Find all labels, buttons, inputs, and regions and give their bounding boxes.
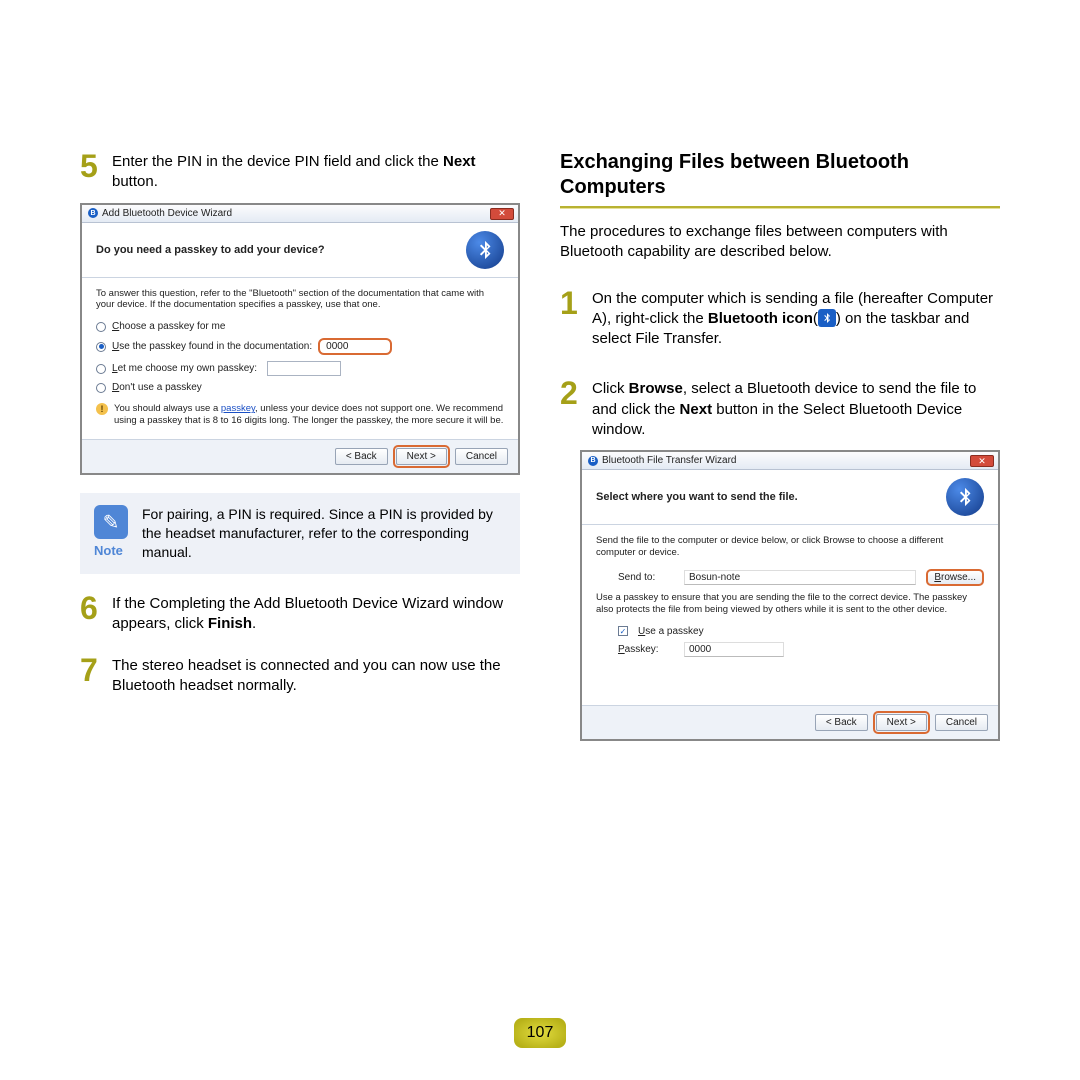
passkey-input[interactable]: 0000 [318,338,392,355]
step-5: 5 Enter the PIN in the device PIN field … [80,150,520,193]
bluetooth-file-transfer-dialog: Bluetooth File Transfer Wizard ✕ Select … [580,450,1000,741]
bluetooth-mini-icon [588,456,598,466]
dialog-heading: Do you need a passkey to add your device… [96,244,325,256]
browse-button[interactable]: Browse... [926,569,984,586]
cancel-button[interactable]: Cancel [455,448,508,465]
radio-icon [96,322,106,332]
bluetooth-icon [818,309,836,327]
dialog-header: Select where you want to send the file. [582,470,998,525]
passkey-link[interactable]: passkey [221,403,255,414]
step-number: 7 [80,654,104,697]
title-rule [560,206,1000,208]
close-icon[interactable]: ✕ [970,455,994,467]
step-text: Enter the PIN in the device PIN field an… [112,150,520,193]
sendto-row: Send to: Bosun-note Browse... [618,569,984,586]
step-text: If the Completing the Add Bluetooth Devi… [112,592,520,635]
checkbox-icon [618,626,628,636]
dialog-body: Send the file to the computer or device … [582,525,998,705]
dialog-titlebar: Add Bluetooth Device Wizard ✕ [82,205,518,223]
note-label: Note [94,543,128,558]
step-2: 2 Click Browse, select a Bluetooth devic… [560,377,1000,440]
step-text: On the computer which is sending a file … [592,287,1000,350]
radio-icon [96,342,106,352]
passkey-label: Passkey: [618,644,674,655]
dialog-body: To answer this question, refer to the "B… [82,278,518,440]
sendto-label: Send to: [618,572,674,583]
dialog-header: Do you need a passkey to add your device… [82,223,518,278]
warning-icon: ! [96,403,108,415]
bluetooth-icon [466,231,504,269]
step-text: Click Browse, select a Bluetooth device … [592,377,1000,440]
dialog-title-text: Bluetooth File Transfer Wizard [602,455,737,466]
next-button[interactable]: Next > [396,448,447,465]
note-box: ✎ Note For pairing, a PIN is required. S… [80,493,520,574]
back-button[interactable]: < Back [335,448,388,465]
next-button[interactable]: Next > [876,714,927,731]
section-intro: The procedures to exchange files between… [560,222,1000,263]
radio-use-documentation-passkey[interactable]: Use the passkey found in the documentati… [96,338,504,355]
radio-icon [96,364,106,374]
note-text: For pairing, a PIN is required. Since a … [142,505,506,562]
right-column: Exchanging Files between Bluetooth Compu… [560,150,1000,759]
dialog-footer: < Back Next > Cancel [82,439,518,473]
radio-icon [96,383,106,393]
note-pencil-icon: ✎ [94,505,128,539]
radio-own-passkey[interactable]: Let me choose my own passkey: [96,361,504,376]
close-icon[interactable]: ✕ [490,208,514,220]
back-button[interactable]: < Back [815,714,868,731]
dialog-titlebar: Bluetooth File Transfer Wizard ✕ [582,452,998,470]
step-text: The stereo headset is connected and you … [112,654,520,697]
step-7: 7 The stereo headset is connected and yo… [80,654,520,697]
step-1: 1 On the computer which is sending a fil… [560,287,1000,350]
radio-choose-passkey[interactable]: Choose a passkey for me [96,321,504,332]
use-passkey-row[interactable]: Use a passkey [618,626,984,637]
step-number: 1 [560,287,584,350]
dialog-desc: To answer this question, refer to the "B… [96,288,504,312]
passkey-desc: Use a passkey to ensure that you are sen… [596,592,984,616]
step-6: 6 If the Completing the Add Bluetooth De… [80,592,520,635]
step-number: 2 [560,377,584,440]
passkey-row: Passkey: 0000 [618,642,984,657]
page-columns: 5 Enter the PIN in the device PIN field … [80,150,1020,759]
step-number: 6 [80,592,104,635]
bluetooth-mini-icon [88,208,98,218]
cancel-button[interactable]: Cancel [935,714,988,731]
dialog-footer: < Back Next > Cancel [582,705,998,739]
bluetooth-icon [946,478,984,516]
dialog-heading: Select where you want to send the file. [596,491,798,503]
radio-no-passkey[interactable]: Don't use a passkey [96,382,504,393]
step-number: 5 [80,150,104,193]
left-column: 5 Enter the PIN in the device PIN field … [80,150,520,759]
passkey-input[interactable]: 0000 [684,642,784,657]
sendto-value: Bosun-note [684,570,916,585]
dialog-title-text: Add Bluetooth Device Wizard [102,208,232,219]
passkey-warning: ! You should always use a passkey, unles… [96,403,504,427]
section-title: Exchanging Files between Bluetooth Compu… [560,150,1000,200]
dialog-desc: Send the file to the computer or device … [596,535,984,559]
add-bluetooth-device-dialog: Add Bluetooth Device Wizard ✕ Do you nee… [80,203,520,476]
page-number: 107 [514,1018,566,1048]
own-passkey-input[interactable] [267,361,341,376]
